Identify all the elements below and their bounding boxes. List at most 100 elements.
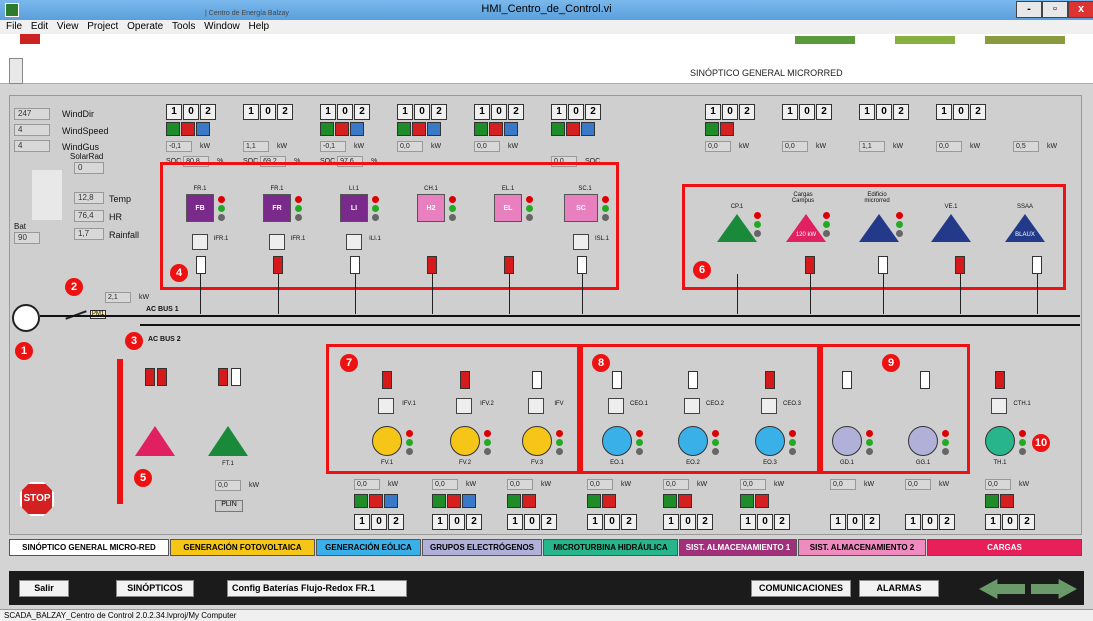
communications-button[interactable]: COMUNICACIONES [751,580,851,597]
control-buttons-li1[interactable] [320,122,364,136]
control-buttons-cp1[interactable] [705,122,734,136]
mode-switch-gg1[interactable]: 102 [905,514,955,530]
aux-load-label: BLAUX [1015,232,1035,238]
converter-name: CEO.3 [782,401,801,407]
tab-generators[interactable]: GRUPOS ELECTRÓGENOS [422,539,542,556]
mode-switch-fv1[interactable]: 102 [354,514,404,530]
converter-icon [346,234,362,250]
tab-hydro[interactable]: MICROTURBINA HIDRÁULICA [543,539,678,556]
tab-photovoltaic[interactable]: GENERACIÓN FOTOVOLTAICA [170,539,315,556]
power-fv1: 0,0 kW [354,479,398,490]
marker-9: 9 [882,354,900,372]
mode-switch-eo1[interactable]: 102 [587,514,637,530]
synoptics-button[interactable]: SINÓPTICOS [116,580,194,597]
tab-storage-1[interactable]: SIST. ALMACENAMIENTO 1 [679,539,797,556]
menu-window[interactable]: Window [204,21,240,32]
grid-inverter-icon [208,426,248,456]
arrow-right-icon[interactable] [1031,579,1077,599]
mode-switch-ve1[interactable]: 102 [936,104,986,120]
mode-switch-eo3[interactable]: 102 [740,514,790,530]
converter-name: CTH.1 [1013,401,1031,407]
mode-switch-fv3[interactable]: 102 [507,514,557,530]
transformer-icon [688,371,698,389]
header-banner [0,34,1093,84]
mode-switch-fv2[interactable]: 102 [432,514,482,530]
maximize-button[interactable]: ▫ [1042,1,1068,18]
converter-icon [192,234,208,250]
control-buttons-eo2[interactable] [663,494,692,508]
transformer-icon [145,368,155,386]
power-fv3: 0,0 kW [507,479,551,490]
mode-switch-gd1[interactable]: 102 [830,514,880,530]
menu-operate[interactable]: Operate [127,21,163,32]
mode-switch-ch1[interactable]: 102 [397,104,447,120]
control-buttons-fv1[interactable] [354,494,398,508]
generator-name: GG.1 [915,460,931,466]
panel-toggle[interactable] [9,58,23,84]
control-buttons-fr1[interactable] [166,122,210,136]
mode-switch-edificio[interactable]: 102 [859,104,909,120]
mode-switch-fr1b[interactable]: 102 [243,104,293,120]
config-dropdown[interactable]: Config Baterías Flujo-Redox FR.1 [227,580,407,597]
pcc-button[interactable]: PLIN [215,500,243,512]
control-buttons-eo1[interactable] [587,494,616,508]
tab-storage-2[interactable]: SIST. ALMACENAMIENTO 2 [798,539,926,556]
control-buttons-ch1[interactable] [397,122,441,136]
control-buttons-sc1[interactable] [551,122,595,136]
title-bar: HMI_Centro_de_Control.vi - ▫ x [0,0,1093,20]
menu-view[interactable]: View [57,21,79,32]
exit-button[interactable]: Salir [19,580,69,597]
mode-switch-th1[interactable]: 102 [985,514,1035,530]
close-button[interactable]: x [1068,1,1093,18]
status-leds [942,430,949,457]
menu-project[interactable]: Project [87,21,118,32]
arrow-left-icon[interactable] [979,579,1025,599]
converter-name: CEO.2 [705,401,724,407]
pcc-name: FT.1 [222,461,234,467]
logo-icon [20,34,40,44]
status-leds [789,430,796,457]
mode-switch-fr1[interactable]: 102 [166,104,216,120]
alarms-button[interactable]: ALARMAS [859,580,939,597]
control-buttons-el1[interactable] [474,122,518,136]
minimize-button[interactable]: - [1016,1,1042,18]
grid-source-icon [12,304,40,332]
status-leds [823,212,830,239]
synoptic-panel: 247 WindDir 4 WindSpeed 4 WindGus SolarR… [9,95,1082,535]
wind-dir-label: WindDir [62,109,95,119]
tab-loads[interactable]: CARGAS [927,539,1082,556]
mode-switch-sc1[interactable]: 102 [551,104,601,120]
feeder-line [737,274,738,314]
mode-switch-el1[interactable]: 102 [474,104,524,120]
mode-switch-eo2[interactable]: 102 [663,514,713,530]
mode-switch-cp1[interactable]: 102 [705,104,755,120]
transformer-icon [955,256,965,274]
menu-edit[interactable]: Edit [31,21,48,32]
menu-file[interactable]: File [6,21,22,32]
pv-name: FV.2 [458,460,472,466]
status-leds [526,196,533,223]
tab-wind[interactable]: GENERACIÓN EÓLICA [316,539,421,556]
feeder-line [810,274,811,314]
view-title: SINÓPTICO GENERAL MICRORRED [690,68,843,78]
tab-general[interactable]: SINÓPTICO GENERAL MICRO-RED [9,539,169,556]
mode-switch-li1[interactable]: 102 [320,104,370,120]
control-buttons-fv2[interactable] [432,494,476,508]
wind-gust-value: 4 [14,140,50,152]
control-buttons-fv3[interactable] [507,494,536,508]
menu-tools[interactable]: Tools [172,21,195,32]
converter-name: CEO.1 [629,401,648,407]
mode-switch-campus[interactable]: 102 [782,104,832,120]
transformer-icon [273,256,283,274]
marker-5: 5 [134,469,152,487]
menu-help[interactable]: Help [249,21,270,32]
marker-6: 6 [693,261,711,279]
ev-charger-icon [931,214,971,242]
marker-2: 2 [65,278,83,296]
power-th1: 0,0 kW [985,479,1029,490]
converter-name: IFV.2 [480,401,494,407]
control-buttons-eo3[interactable] [740,494,769,508]
control-buttons-th1[interactable] [985,494,1014,508]
stop-button[interactable]: STOP [20,482,54,516]
header-subtitle: | Centro de Energía Balzay [205,10,289,17]
